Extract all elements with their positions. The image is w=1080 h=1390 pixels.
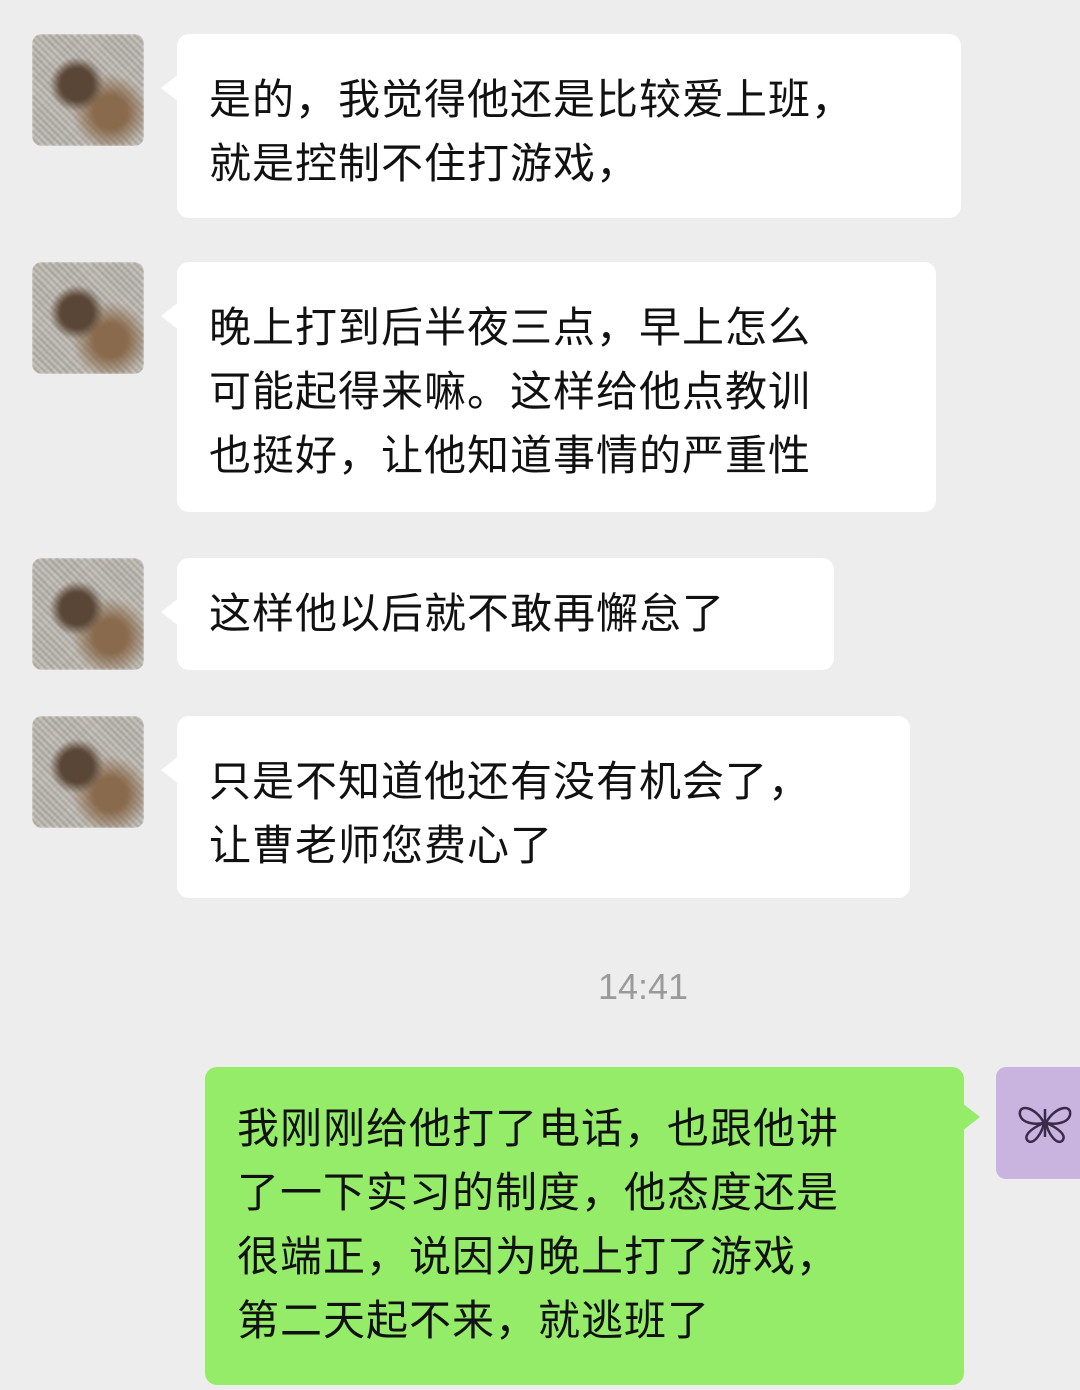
- contact-avatar[interactable]: [32, 558, 144, 670]
- contact-avatar[interactable]: [32, 262, 144, 374]
- my-avatar[interactable]: [996, 1067, 1080, 1179]
- message-bubble-outgoing[interactable]: 我刚刚给他打了电话，也跟他讲 了一下实习的制度，他态度还是 很端正，说因为晚上打…: [205, 1067, 980, 1385]
- message-bubble-incoming[interactable]: 这样他以后就不敢再懈怠了: [161, 558, 834, 670]
- message-text: 第二天起不来，就逃班了: [237, 1296, 711, 1345]
- message-text: 很端正，说因为晚上打了游戏，: [237, 1232, 840, 1281]
- message-text: 这样他以后就不敢再懈怠了: [209, 589, 726, 638]
- message-text: 让曹老师您费心了: [209, 821, 554, 870]
- message-text: 晚上打到后半夜三点，早上怎么: [209, 303, 812, 352]
- message-bubble-incoming[interactable]: 只是不知道他还有没有机会了， 让曹老师您费心了: [161, 716, 910, 898]
- message-bubble-incoming[interactable]: 是的，我觉得他还是比较爱上班， 就是控制不住打游戏，: [161, 34, 961, 218]
- message-bubble-incoming[interactable]: 晚上打到后半夜三点，早上怎么 可能起得来嘛。这样给他点教训 也挺好，让他知道事情…: [161, 262, 936, 512]
- contact-avatar[interactable]: [32, 716, 144, 828]
- butterfly-icon: [1018, 1106, 1072, 1144]
- contact-avatar[interactable]: [32, 34, 144, 146]
- message-text: 是的，我觉得他还是比较爱上班，: [209, 75, 855, 124]
- message-text: 可能起得来嘛。这样给他点教训: [209, 367, 812, 416]
- message-timestamp: 14:41: [597, 966, 689, 1007]
- message-text: 只是不知道他还有没有机会了，: [209, 757, 812, 806]
- message-text: 了一下实习的制度，他态度还是: [237, 1168, 840, 1217]
- message-text: 我刚刚给他打了电话，也跟他讲: [237, 1104, 840, 1153]
- message-text: 也挺好，让他知道事情的严重性: [209, 431, 812, 480]
- message-text: 就是控制不住打游戏，: [209, 139, 640, 188]
